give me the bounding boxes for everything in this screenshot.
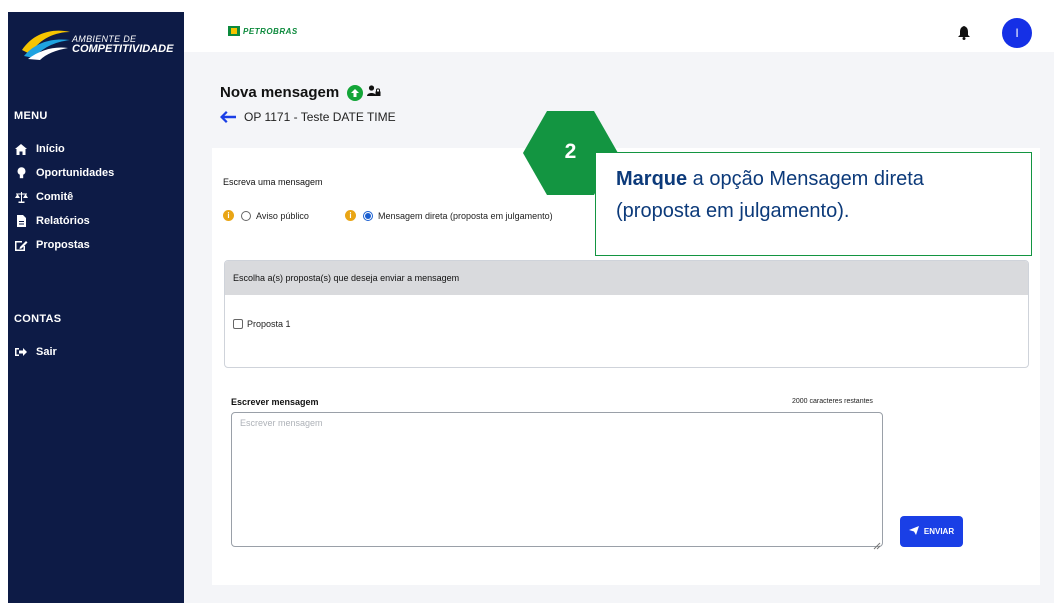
sidebar-item-label: Sair	[36, 346, 57, 358]
radio-mensagem-direta[interactable]	[363, 210, 373, 221]
proposal-label: Proposta 1	[247, 319, 291, 329]
info-icon[interactable]: i	[345, 210, 356, 221]
logout-icon	[14, 347, 28, 357]
arrow-up-circle-icon	[347, 84, 364, 101]
app-logo[interactable]: AMBIENTE DE COMPETITIVIDADE	[20, 26, 180, 62]
breadcrumb: OP 1171 - Teste DATE TIME	[220, 110, 396, 124]
screen: AMBIENTE DE COMPETITIVIDADE MENU Início …	[0, 0, 1054, 603]
scale-icon	[14, 191, 28, 203]
sidebar-item-relatorios[interactable]: Relatórios	[14, 212, 90, 230]
page-title-text: Nova mensagem	[220, 84, 340, 101]
proposal-selection-panel: Escolha a(s) proposta(s) que deseja envi…	[224, 260, 1029, 368]
radio-option-aviso-publico: i Aviso público	[223, 210, 309, 221]
sidebar-item-oportunidades[interactable]: Oportunidades	[14, 164, 114, 182]
sidebar-item-label: Início	[36, 143, 65, 155]
proposal-checkbox[interactable]	[233, 319, 243, 329]
proposal-option: Proposta 1	[233, 319, 291, 329]
callout-line-1: Marque a opção Mensagem direta	[616, 163, 1031, 195]
logo-swoosh-icon	[22, 30, 70, 60]
write-message-label: Escreva uma mensagem	[223, 177, 323, 187]
message-textarea[interactable]	[231, 412, 883, 547]
resize-handle-icon[interactable]	[873, 537, 881, 555]
topbar: PETROBRAS I	[184, 12, 1054, 52]
sidebar-item-label: Comitê	[36, 191, 74, 203]
logo-text-bottom: COMPETITIVIDADE	[72, 43, 174, 55]
callout-emphasis: Marque	[616, 168, 688, 190]
opportunity-name: OP 1171 - Teste DATE TIME	[244, 110, 396, 124]
bell-icon[interactable]	[958, 26, 970, 45]
sidebar-item-propostas[interactable]: Propostas	[14, 236, 90, 254]
send-button[interactable]: ENVIAR	[900, 516, 963, 547]
sidebar-item-comite[interactable]: Comitê	[14, 188, 73, 206]
edit-icon	[14, 240, 28, 251]
info-icon[interactable]: i	[223, 210, 234, 221]
page-title: Nova mensagem	[220, 84, 381, 101]
user-avatar[interactable]: I	[1002, 18, 1032, 48]
sidebar: AMBIENTE DE COMPETITIVIDADE MENU Início …	[8, 12, 184, 603]
petrobras-logo-icon	[228, 26, 240, 36]
file-icon	[14, 215, 28, 227]
radio-label: Mensagem direta (proposta em julgamento)	[378, 210, 553, 221]
sidebar-item-label: Oportunidades	[36, 167, 115, 179]
back-arrow-icon[interactable]	[220, 111, 236, 123]
callout-text-1: a opção Mensagem direta	[687, 168, 924, 190]
menu-section-label: MENU	[14, 110, 48, 122]
message-label: Escrever mensagem	[231, 397, 319, 407]
user-lock-icon	[367, 84, 381, 101]
character-counter: 2000 caracteres restantes	[792, 398, 873, 405]
radio-aviso-publico[interactable]	[241, 210, 251, 221]
callout-line-2: (proposta em julgamento).	[616, 200, 850, 222]
send-button-label: ENVIAR	[923, 527, 955, 536]
proposal-selection-header: Escolha a(s) proposta(s) que deseja envi…	[225, 261, 1028, 295]
tutorial-callout: Marque a opção Mensagem direta (proposta…	[595, 152, 1032, 256]
brand-name: PETROBRAS	[243, 26, 298, 36]
paper-plane-icon	[908, 526, 919, 537]
radio-option-mensagem-direta: i Mensagem direta (proposta em julgament…	[345, 210, 553, 221]
lightbulb-icon	[14, 167, 28, 179]
sidebar-item-label: Relatórios	[36, 215, 90, 227]
radio-label: Aviso público	[256, 210, 309, 221]
sidebar-item-inicio[interactable]: Início	[14, 140, 65, 158]
sidebar-item-label: Propostas	[36, 239, 90, 251]
petrobras-brand: PETROBRAS	[228, 26, 298, 36]
home-icon	[14, 143, 28, 155]
sidebar-item-sair[interactable]: Sair	[14, 343, 57, 361]
accounts-section-label: CONTAS	[14, 313, 62, 325]
